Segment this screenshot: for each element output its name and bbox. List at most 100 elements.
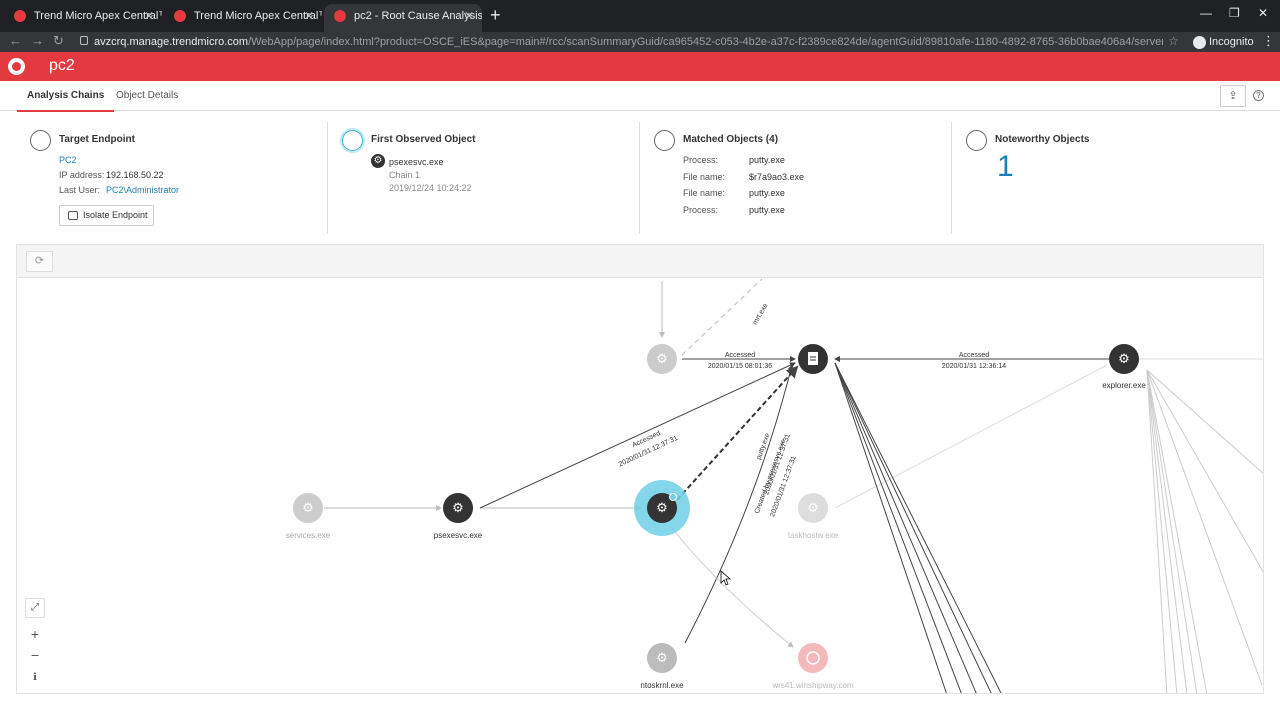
matched-value[interactable]: putty.exe bbox=[749, 155, 785, 165]
trendmicro-favicon-icon bbox=[174, 10, 186, 22]
node-taskhostw[interactable]: ⚙ taskhostw.exe bbox=[788, 493, 839, 540]
matched-label: Process: bbox=[683, 155, 719, 165]
browser-tab-title: Trend Micro Apex Central™ bbox=[34, 10, 162, 22]
trendmicro-logo-icon bbox=[8, 58, 25, 75]
node-selected-process[interactable]: ⚙ bbox=[634, 480, 690, 536]
search-object-icon bbox=[654, 130, 675, 151]
minimize-icon[interactable]: — bbox=[1200, 6, 1212, 20]
endpoint-icon bbox=[30, 130, 51, 151]
edge-line bbox=[1146, 369, 1178, 693]
close-tab-icon[interactable]: ✕ bbox=[304, 4, 314, 28]
browser-menu-icon[interactable]: ⋮ bbox=[1262, 33, 1275, 49]
matched-label: File name: bbox=[683, 188, 726, 198]
gear-icon: ⚙ bbox=[656, 650, 668, 665]
info-icon[interactable]: ℹ bbox=[25, 669, 45, 689]
first-observed-object[interactable]: psexesvc.exe bbox=[389, 157, 444, 167]
node-services[interactable]: ⚙ services.exe bbox=[286, 493, 331, 540]
trendmicro-favicon-icon bbox=[14, 10, 26, 22]
browser-tab-1[interactable]: Trend Micro Apex Central™ ✕ bbox=[4, 4, 162, 32]
edge-line bbox=[681, 278, 763, 356]
node-explorer[interactable]: ⚙ explorer.exe bbox=[1102, 344, 1146, 390]
mouse-cursor-icon bbox=[720, 570, 732, 586]
edge-line bbox=[834, 362, 947, 693]
browser-tab-3[interactable]: pc2 - Root Cause Analysis ✕ bbox=[324, 4, 482, 32]
edge-line[interactable] bbox=[479, 362, 796, 509]
matched-label: Process: bbox=[683, 205, 719, 215]
gear-icon: ⚙ bbox=[656, 500, 668, 515]
incognito-badge[interactable]: Incognito bbox=[1193, 34, 1254, 50]
forward-icon[interactable]: → bbox=[31, 33, 44, 48]
close-window-icon[interactable]: ✕ bbox=[1258, 6, 1268, 20]
isolate-icon bbox=[68, 211, 78, 220]
gear-icon: ⚙ bbox=[302, 500, 314, 515]
browser-tab-bar: Trend Micro Apex Central™ ✕ Trend Micro … bbox=[0, 0, 1280, 32]
ip-value: 192.168.50.22 bbox=[106, 170, 164, 180]
node-label: explorer.exe bbox=[1102, 381, 1146, 390]
address-bar: ← → ↻ avzcrq.manage.trendmicro.com/WebAp… bbox=[0, 32, 1280, 52]
browser-tab-2[interactable]: Trend Micro Apex Central™ ✕ bbox=[164, 4, 322, 32]
node-file[interactable] bbox=[798, 344, 828, 374]
edge-label: 2020/01/31 12:36:14 bbox=[942, 363, 1006, 370]
matched-value[interactable]: putty.exe bbox=[749, 205, 785, 215]
graph-canvas: Accessed 2020/01/15 08:01:36 Accessed 20… bbox=[286, 278, 1263, 693]
edge-line bbox=[834, 364, 1108, 509]
edge-line bbox=[1146, 369, 1188, 693]
node-psexesvc[interactable]: ⚙ psexesvc.exe bbox=[434, 493, 483, 540]
card-title: Matched Objects (4) bbox=[683, 134, 779, 145]
isolate-endpoint-button[interactable]: Isolate Endpoint bbox=[59, 205, 154, 226]
node-label: services.exe bbox=[286, 531, 331, 540]
edge-label: putty.exe bbox=[756, 432, 772, 461]
edge-line bbox=[1146, 369, 1168, 693]
match-badge-icon bbox=[669, 493, 677, 501]
back-icon[interactable]: ← bbox=[9, 33, 22, 48]
tab-object-details[interactable]: Object Details bbox=[116, 90, 178, 101]
card-divider bbox=[327, 122, 328, 234]
edge-line bbox=[834, 362, 1002, 693]
tab-analysis-chains[interactable]: Analysis Chains bbox=[16, 90, 115, 112]
matched-value[interactable]: putty.exe bbox=[749, 188, 785, 198]
node-label: ntoskrnl.exe bbox=[640, 681, 684, 690]
noteworthy-icon bbox=[966, 130, 987, 151]
close-tab-icon[interactable]: ✕ bbox=[464, 4, 474, 28]
noteworthy-count[interactable]: 1 bbox=[997, 150, 1014, 184]
incognito-icon bbox=[1193, 35, 1206, 49]
analysis-tabs: Analysis Chains Object Details ⇪ ? bbox=[0, 81, 1280, 112]
edge-line[interactable] bbox=[676, 365, 799, 501]
card-title: First Observed Object bbox=[371, 134, 476, 145]
edge-label: Accessed bbox=[725, 352, 755, 359]
new-tab-icon[interactable]: + bbox=[490, 5, 501, 26]
gear-icon: ⚙ bbox=[452, 500, 464, 515]
node-domain[interactable]: wrs41.winshipway.com bbox=[771, 643, 854, 690]
edge-label: mrt.exe bbox=[752, 302, 770, 326]
node-upper-process[interactable]: ⚙ bbox=[647, 344, 677, 374]
node-label: psexesvc.exe bbox=[434, 531, 483, 540]
document-icon bbox=[808, 352, 818, 365]
edge-line bbox=[834, 362, 992, 693]
close-tab-icon[interactable]: ✕ bbox=[144, 4, 154, 28]
ip-label: IP address: bbox=[59, 170, 105, 180]
edge-line bbox=[1146, 369, 1263, 573]
graph-edges bbox=[324, 278, 1263, 693]
last-user-link[interactable]: PC2\Administrator bbox=[106, 185, 179, 195]
endpoint-name-link[interactable]: PC2 bbox=[59, 155, 77, 165]
analysis-graph[interactable]: ⟳ Accessed 2020/01/15 08:01:36 Accessed … bbox=[16, 244, 1264, 694]
url-field[interactable]: avzcrq.manage.trendmicro.com/WebApp/page… bbox=[78, 33, 1163, 51]
zoom-out-button[interactable]: − bbox=[25, 646, 45, 666]
app-header: pc2 bbox=[0, 52, 1280, 81]
zoom-in-button[interactable]: + bbox=[25, 625, 45, 645]
trendmicro-favicon-icon bbox=[334, 10, 346, 22]
reload-icon[interactable]: ↻ bbox=[53, 33, 64, 49]
gear-icon: ⚙ bbox=[656, 351, 668, 366]
card-title: Noteworthy Objects bbox=[995, 134, 1090, 145]
bookmark-star-icon[interactable]: ☆ bbox=[1168, 34, 1179, 48]
help-icon[interactable]: ? bbox=[1253, 90, 1264, 101]
matched-label: File name: bbox=[683, 172, 726, 182]
process-gear-icon: ⚙ bbox=[371, 154, 385, 168]
domain-node-icon[interactable] bbox=[798, 643, 828, 673]
matched-value[interactable]: $r7a9ao3.exe bbox=[749, 172, 804, 182]
node-ntoskrnl[interactable]: ⚙ ntoskrnl.exe bbox=[640, 643, 684, 690]
fit-to-screen-button[interactable]: ⤢ bbox=[25, 598, 45, 618]
first-observed-timestamp: 2019/12/24 10:24:22 bbox=[389, 183, 472, 193]
restore-icon[interactable]: ❐ bbox=[1229, 6, 1240, 20]
export-button[interactable]: ⇪ bbox=[1220, 85, 1246, 107]
